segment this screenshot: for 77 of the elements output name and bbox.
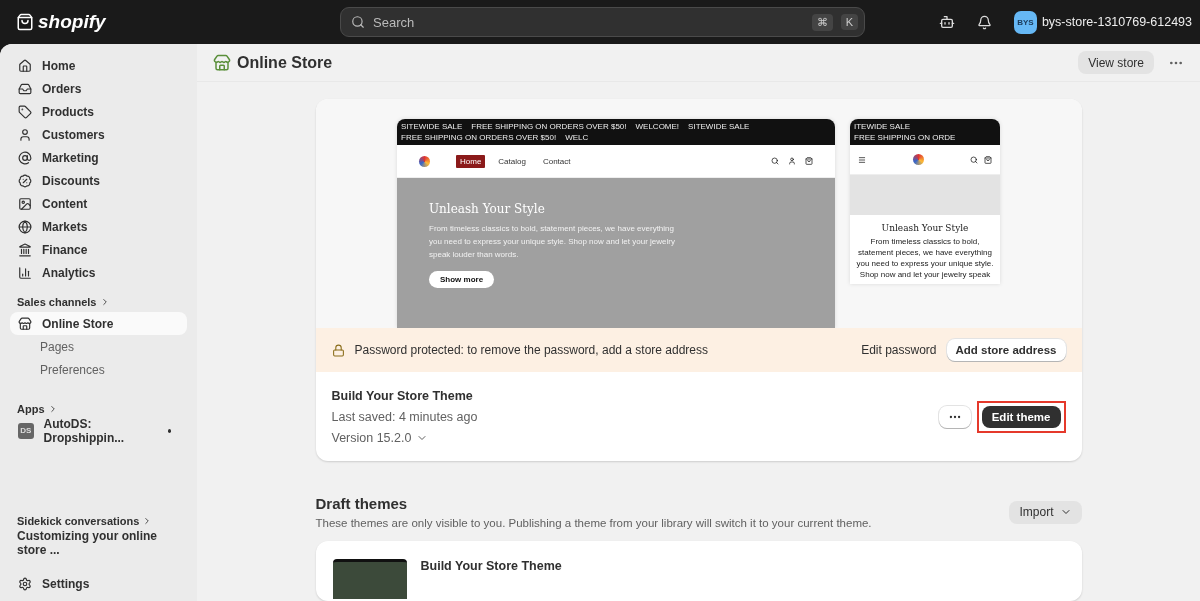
section-heading[interactable]: Apps	[17, 403, 45, 415]
hero-text: From timeless classics to bold, statement pieces, we have everything you need to express your unique style. Shop now and let your jewelry speak louder than words.	[429, 223, 676, 261]
import-button[interactable]: Import	[1009, 500, 1082, 524]
sidebar-item[interactable]: Orders	[10, 77, 187, 100]
shortcut-key: ⌘	[811, 13, 833, 31]
store-name[interactable]: bys-store-1310769-612493	[1041, 15, 1192, 29]
view-store-button[interactable]: View store	[1078, 51, 1154, 74]
brand-name: shopify	[38, 11, 106, 33]
products-icon	[18, 104, 32, 119]
sidebar-item[interactable]: Discounts	[10, 169, 187, 192]
edit-theme-button[interactable]: Edit theme	[981, 406, 1061, 428]
marquee-text: FREE SHIPPING ON ORDERS OVER $50!	[401, 133, 557, 142]
lock-icon	[331, 343, 345, 357]
search-icon	[970, 155, 978, 164]
sidebar-item[interactable]: Settings	[10, 572, 187, 595]
hero-text: From timeless classics to bold, statement pieces, we have everything you need to express your unique style. Shop now and let your jewelry speak	[855, 236, 995, 281]
marquee-text: WELC	[565, 133, 589, 142]
sidebar-item[interactable]: Customizing your online store ...	[10, 531, 187, 554]
section-heading[interactable]: Sidekick conversations	[17, 515, 140, 527]
banner-text: Password protected: to remove the password, add a store address	[354, 343, 709, 357]
finance-icon	[18, 242, 32, 257]
sidebar-subitem[interactable]: Preferences	[10, 358, 187, 381]
store-icon	[213, 53, 231, 72]
store-logo-icon	[419, 155, 430, 167]
marquee-text: SITEWIDE SALE	[688, 122, 750, 131]
analytics-icon	[18, 265, 32, 280]
sidebar-item[interactable]: Marketing	[10, 146, 187, 169]
markets-icon	[18, 219, 32, 234]
search-icon	[771, 157, 779, 165]
marquee-text: FREE SHIPPING ON ORDE	[854, 133, 956, 142]
shopify-bag-logo-icon	[16, 13, 34, 31]
sidebar-item[interactable]: Finance	[10, 238, 187, 261]
edit-password-link[interactable]: Edit password	[861, 343, 937, 357]
customers-icon	[18, 127, 32, 142]
sidebar-item[interactable]: Products	[10, 100, 187, 123]
hero-title: Unleash Your Style	[429, 202, 546, 216]
store-icon	[18, 316, 32, 331]
section-title: Draft themes	[315, 495, 409, 512]
bag-icon	[805, 157, 813, 165]
settings-icon	[18, 576, 32, 591]
version-dropdown[interactable]: Version 15.2.0	[331, 431, 478, 445]
account-icon	[788, 157, 796, 165]
theme-name: Build Your Store Theme	[331, 389, 474, 403]
search-placeholder: Search	[373, 14, 415, 30]
orders-icon	[18, 81, 32, 96]
notifications-icon[interactable]	[976, 14, 992, 30]
search-icon	[351, 15, 365, 29]
shortcut-key: K	[840, 14, 858, 30]
home-icon	[18, 58, 32, 73]
bag-icon	[984, 155, 992, 164]
marquee-text: SITEWIDE SALE	[401, 122, 463, 131]
sidebar-item[interactable]: Analytics	[10, 261, 187, 284]
sidebar-item[interactable]: Home	[10, 54, 187, 77]
robot-icon[interactable]	[938, 14, 955, 30]
search-field[interactable]: Search ⌘ K	[340, 7, 865, 37]
marquee-text: ITEWIDE SALE	[854, 122, 910, 131]
sidebar-item[interactable]: Content	[10, 192, 187, 215]
marquee-text: WELCOME!	[635, 122, 680, 131]
discounts-icon	[18, 173, 32, 188]
last-saved-text: Last saved: 4 minutes ago	[331, 410, 478, 424]
content-icon	[18, 196, 32, 211]
hero-title: Unleash Your Style	[880, 223, 970, 233]
sidebar-item[interactable]: Customers	[10, 123, 187, 146]
section-heading[interactable]: Sales channels	[17, 296, 97, 308]
page-title: Online Store	[237, 53, 333, 72]
add-store-address-button[interactable]: Add store address	[946, 339, 1066, 361]
sidebar-subitem[interactable]: Pages	[10, 335, 187, 358]
store-logo-icon	[912, 154, 924, 165]
store-avatar[interactable]: BYS	[1013, 10, 1037, 34]
section-description: These themes are only visible to you. Publishing a theme from your library will switch it to your current theme.	[315, 517, 872, 529]
sidebar-item[interactable]: Markets	[10, 215, 187, 238]
sidebar-item[interactable]: Online Store	[10, 312, 187, 335]
theme-name: Build Your Store Theme	[420, 559, 562, 575]
app-icon: DS	[18, 422, 34, 439]
marquee-text: FREE SHIPPING ON ORDERS OVER $50!	[471, 122, 627, 131]
marketing-icon	[18, 150, 32, 165]
menu-icon	[858, 155, 866, 164]
